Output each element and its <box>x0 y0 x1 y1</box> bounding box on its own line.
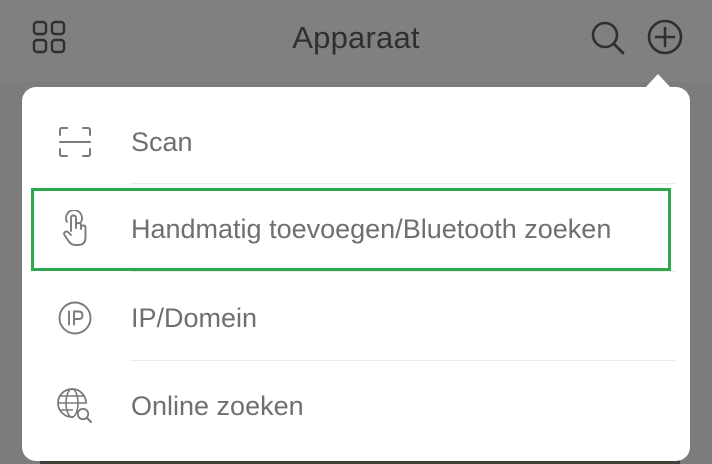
add-circle-icon <box>645 17 685 62</box>
search-icon <box>589 19 627 62</box>
menu-item-scan[interactable]: Scan <box>22 98 690 186</box>
hand-pointer-icon <box>56 210 94 248</box>
menu-item-manual-add-label: Handmatig toevoegen/Bluetooth zoeken <box>131 213 612 244</box>
menu-item-manual-add[interactable]: Handmatig toevoegen/Bluetooth zoeken <box>22 185 690 273</box>
add-device-button[interactable] <box>642 16 688 62</box>
menu-item-scan-label: Scan <box>131 126 193 157</box>
divider <box>130 271 676 272</box>
menu-item-ip-domain[interactable]: IP/Domein <box>22 274 690 362</box>
menu-item-ip-domain-label: IP/Domein <box>131 302 258 333</box>
divider <box>130 360 676 361</box>
search-button[interactable] <box>586 18 630 62</box>
app-bar: Apparaat <box>0 0 712 82</box>
menu-item-online-search[interactable]: Online zoeken <box>22 362 690 450</box>
divider <box>130 183 676 184</box>
add-device-menu: Scan Handmatig toevoegen/Bluetooth zoeke… <box>22 87 690 461</box>
scan-icon <box>56 123 94 161</box>
ip-icon <box>56 299 94 337</box>
globe-search-icon <box>56 387 94 425</box>
menu-pointer <box>645 74 671 88</box>
menu-item-online-search-label: Online zoeken <box>131 390 304 421</box>
